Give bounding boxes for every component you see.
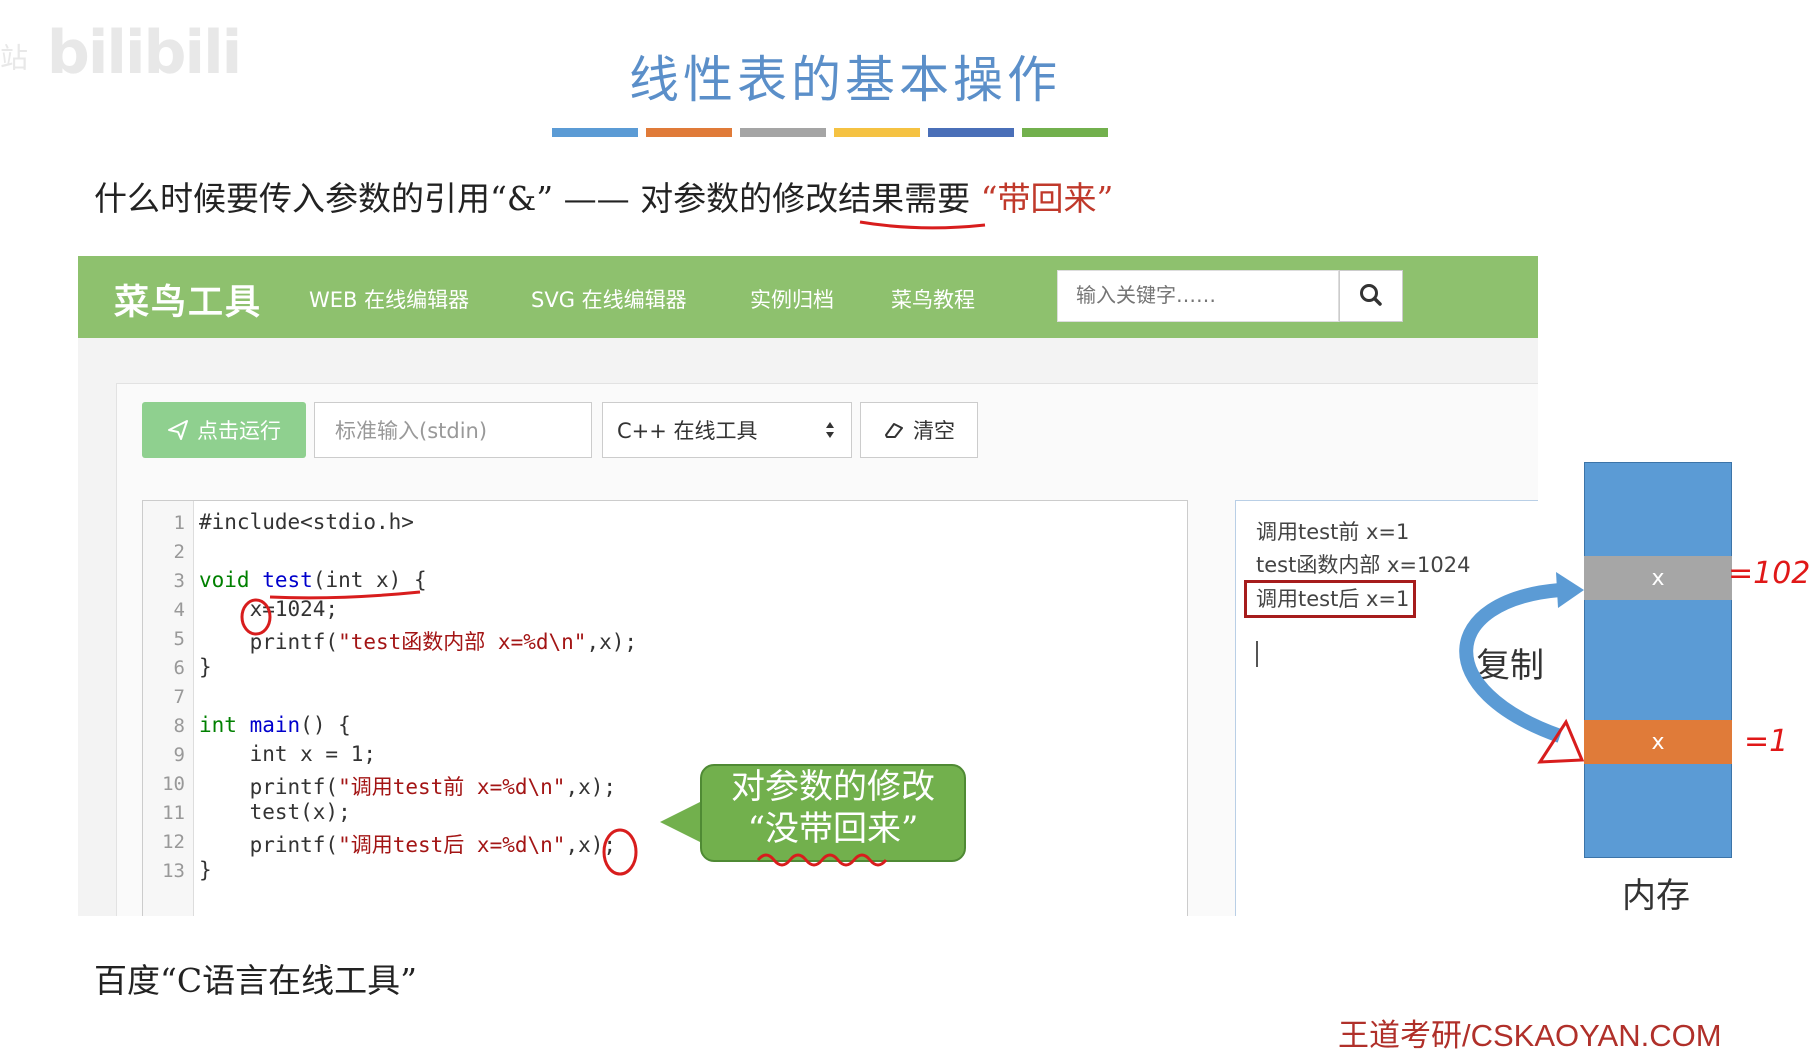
underline-mark	[859, 220, 986, 230]
copy-arrowhead-icon	[1556, 572, 1584, 608]
circle-mark	[602, 828, 638, 876]
circle-mark	[240, 598, 272, 636]
wavy-underline-mark	[756, 853, 888, 867]
footer-brand: 王道考研/CSKAOYAN.COM	[1338, 1018, 1722, 1053]
annotation-layer	[240, 220, 1585, 876]
underline-mark	[269, 590, 421, 600]
footer-note: 百度“C语言在线工具”	[94, 961, 417, 1000]
copy-arrow-icon	[1459, 583, 1563, 743]
